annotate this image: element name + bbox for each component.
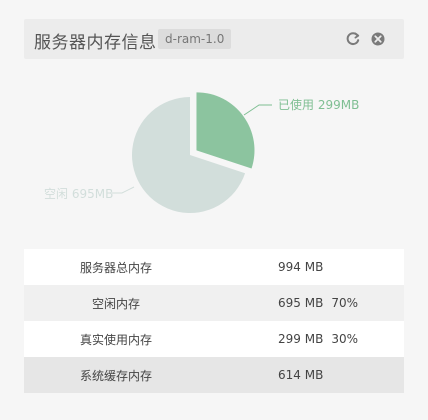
value-text: 994 MB <box>278 260 324 274</box>
pie-svg: 已使用 299MB 空闲 695MB <box>44 92 359 213</box>
pie-slice-used[interactable] <box>196 92 255 169</box>
table-row: 真实使用内存 299 MB 30% <box>24 321 404 357</box>
value-text: 614 MB <box>278 368 324 382</box>
table-row: 空闲内存 695 MB 70% <box>24 285 404 321</box>
free-leader-line <box>112 186 135 194</box>
row-value: 994 MB <box>208 260 404 274</box>
used-leader-line <box>243 104 272 116</box>
table-row: 服务器总内存 994 MB <box>24 249 404 285</box>
panel-title: 服务器内存信息 <box>34 33 157 53</box>
used-label: 已使用 299MB <box>278 97 359 112</box>
refresh-icon[interactable] <box>344 30 362 48</box>
version-tag: d-ram-1.0 <box>158 29 232 49</box>
percent-text: 30% <box>331 332 358 346</box>
row-key: 真实使用内存 <box>79 332 152 347</box>
percent-text: 70% <box>331 296 358 310</box>
panel-header: 服务器内存信息 d-ram-1.0 <box>24 19 404 59</box>
row-key: 系统缓存内存 <box>79 368 152 383</box>
value-text: 299 MB <box>278 332 324 346</box>
row-key: 空闲内存 <box>91 296 140 311</box>
row-value: 614 MB <box>208 368 404 382</box>
row-key: 服务器总内存 <box>79 260 152 275</box>
free-label: 空闲 695MB <box>44 187 113 201</box>
memory-pie-chart: 已使用 299MB 空闲 695MB <box>24 75 404 235</box>
close-icon[interactable] <box>369 30 387 48</box>
memory-table: 服务器总内存 994 MB 空闲内存 695 MB 70% 真实使用内存 299 … <box>24 249 404 393</box>
table-row: 系统缓存内存 614 MB <box>24 357 404 393</box>
row-value: 299 MB 30% <box>208 332 404 346</box>
value-text: 695 MB <box>278 296 324 310</box>
memory-panel: 服务器内存信息 d-ram-1.0 已使用 299MB 空闲 695MB 服务器总… <box>0 0 428 420</box>
row-value: 695 MB 70% <box>208 296 404 310</box>
